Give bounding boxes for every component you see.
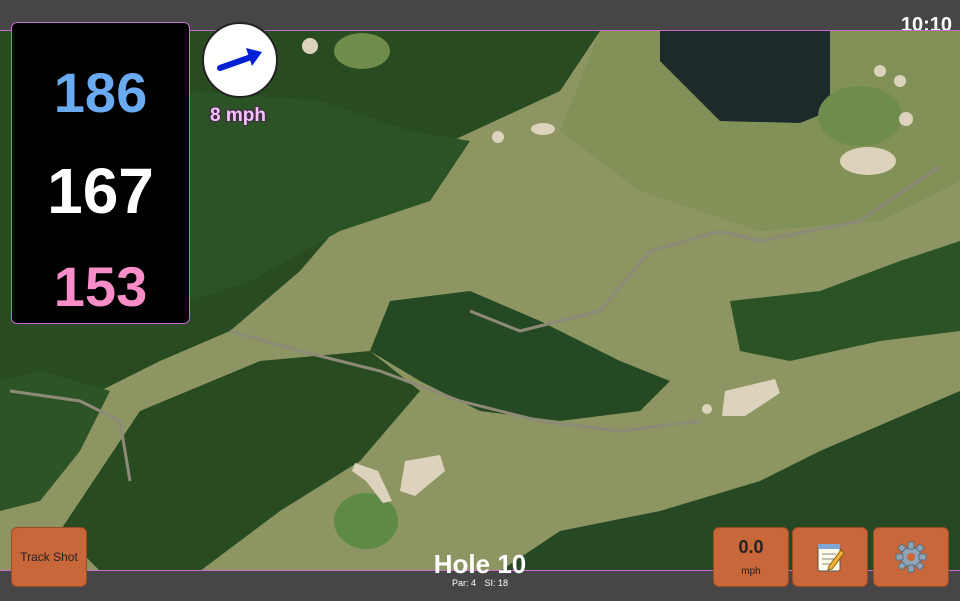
notes-button[interactable] [792,527,868,587]
hole-par: Par: 4 [451,578,476,588]
distance-front: 153 [53,255,148,318]
gear-icon [895,541,927,573]
wind-speed: 8 mph [210,105,266,126]
settings-button[interactable] [873,527,949,587]
track-shot-label: Track Shot [20,550,78,564]
speed-value: 0.0 [738,537,764,557]
speed-unit: mph [741,566,761,577]
wind-indicator [202,22,278,98]
hole-title: Hole 10 [433,549,527,579]
distance-back: 186 [53,61,148,124]
hole-si: SI: 18 [484,578,509,588]
distance-middle: 167 [47,155,154,227]
speed-button[interactable]: 0.0 mph [713,527,789,587]
hole-info: Par: 4 SI: 18 [380,578,580,588]
wind-arrow-icon [217,48,262,71]
track-shot-button[interactable]: Track Shot [11,527,87,587]
distance-panel: 186 167 153 [11,22,190,324]
notepad-icon [817,544,845,572]
